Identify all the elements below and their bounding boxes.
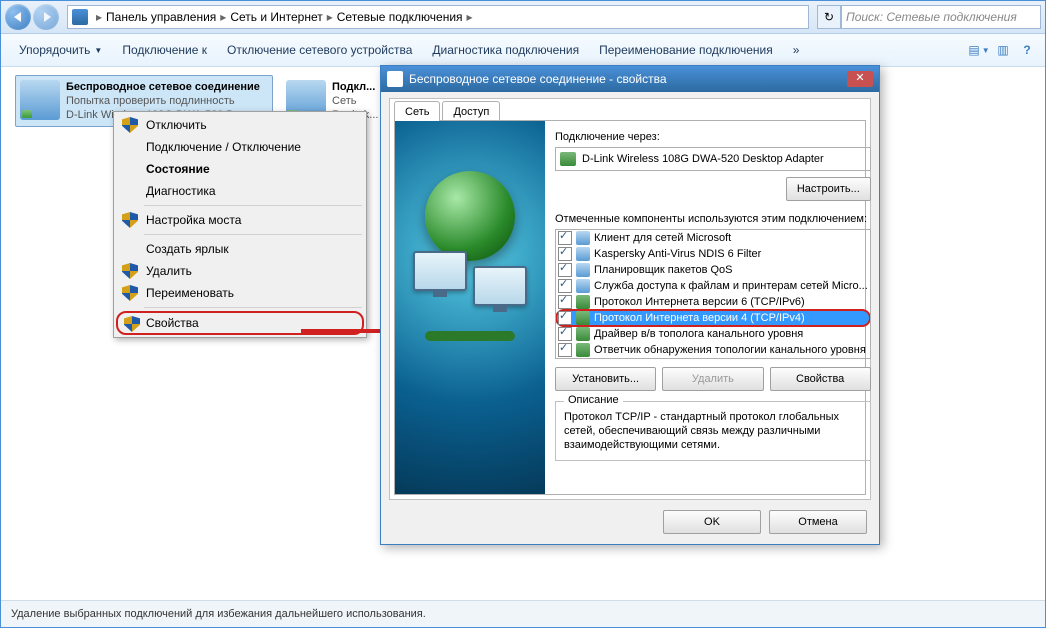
adapter-icon xyxy=(560,152,576,166)
checkbox[interactable] xyxy=(558,327,572,341)
checkbox[interactable] xyxy=(558,231,572,245)
list-item: Ответчик обнаружения топологии канальног… xyxy=(556,342,870,358)
menu-connect-disconnect[interactable]: Подключение / Отключение xyxy=(116,136,364,158)
breadcrumb-part[interactable]: Сеть и Интернет xyxy=(230,10,322,24)
context-menu: Отключить Подключение / Отключение Состо… xyxy=(113,111,367,338)
components-label: Отмеченные компоненты используются этим … xyxy=(555,213,871,225)
dialog-title: Беспроводное сетевое соединение - свойст… xyxy=(409,72,667,86)
menu-bridge[interactable]: Настройка моста xyxy=(116,209,364,231)
checkbox[interactable] xyxy=(558,247,572,261)
wifi-adapter-icon xyxy=(20,80,60,120)
close-button[interactable]: ✕ xyxy=(847,71,873,87)
nav-back-button[interactable] xyxy=(5,4,31,30)
shield-icon xyxy=(122,117,138,133)
dialog-body: Сеть Доступ Подключение через: D-Link Wi… xyxy=(389,98,871,500)
menu-rename[interactable]: Переименовать xyxy=(116,282,364,304)
menu-separator xyxy=(144,234,362,235)
monitor-icon xyxy=(413,251,467,291)
rename-button[interactable]: Переименование подключения xyxy=(589,34,783,66)
uninstall-button[interactable]: Удалить xyxy=(662,367,763,391)
connection-name: Беспроводное сетевое соединение xyxy=(66,80,260,94)
menu-status[interactable]: Состояние xyxy=(116,158,364,180)
menu-separator xyxy=(144,307,362,308)
help-button[interactable]: ? xyxy=(1017,40,1037,60)
checkbox[interactable] xyxy=(558,295,572,309)
nav-forward-button[interactable] xyxy=(33,4,59,30)
menu-diagnose[interactable]: Диагностика xyxy=(116,180,364,202)
search-input[interactable]: Поиск: Сетевые подключения xyxy=(841,5,1041,29)
tab-access[interactable]: Доступ xyxy=(442,101,500,121)
breadcrumb-part[interactable]: Панель управления xyxy=(106,10,216,24)
protocol-icon xyxy=(576,327,590,341)
checkbox[interactable] xyxy=(558,279,572,293)
preview-pane-button[interactable]: ▥ xyxy=(993,40,1013,60)
monitor-icon xyxy=(473,266,527,306)
shield-icon xyxy=(122,212,138,228)
decorative-sidebar-image xyxy=(395,121,545,494)
description-title: Описание xyxy=(564,394,623,406)
component-icon xyxy=(576,231,590,245)
checkbox[interactable] xyxy=(558,343,572,357)
install-button[interactable]: Установить... xyxy=(555,367,656,391)
dialog-icon xyxy=(387,71,403,87)
list-item: Планировщик пакетов QoS xyxy=(556,262,870,278)
organize-menu[interactable]: Упорядочить▼ xyxy=(9,34,112,66)
more-button[interactable]: » xyxy=(783,34,810,66)
connect-to-button[interactable]: Подключение к xyxy=(112,34,217,66)
protocol-icon xyxy=(576,295,590,309)
protocol-icon xyxy=(576,343,590,357)
tab-panel-network: Подключение через: D-Link Wireless 108G … xyxy=(394,120,866,495)
diagnose-button[interactable]: Диагностика подключения xyxy=(422,34,589,66)
explorer-window: ▸ Панель управления ▸ Сеть и Интернет ▸ … xyxy=(0,0,1046,628)
folder-icon xyxy=(72,9,88,25)
tab-network[interactable]: Сеть xyxy=(394,101,440,121)
cancel-button[interactable]: Отмена xyxy=(769,510,867,534)
connection-status: Сеть xyxy=(332,94,378,108)
shield-icon xyxy=(122,285,138,301)
list-item-selected: Протокол Интернета версии 4 (TCP/IPv4) xyxy=(556,310,870,326)
nav-bar: ▸ Панель управления ▸ Сеть и Интернет ▸ … xyxy=(1,1,1045,34)
shield-icon xyxy=(122,263,138,279)
breadcrumb-part[interactable]: Сетевые подключения xyxy=(337,10,463,24)
status-bar: Удаление выбранных подключений для избеж… xyxy=(1,600,1045,627)
properties-dialog: Беспроводное сетевое соединение - свойст… xyxy=(380,65,880,545)
menu-delete[interactable]: Удалить xyxy=(116,260,364,282)
menu-disable[interactable]: Отключить xyxy=(116,114,364,136)
protocol-icon xyxy=(576,311,590,325)
component-icon xyxy=(576,279,590,293)
address-bar[interactable]: ▸ Панель управления ▸ Сеть и Интернет ▸ … xyxy=(67,5,809,29)
component-icon xyxy=(576,263,590,277)
adapter-field: D-Link Wireless 108G DWA-520 Desktop Ada… xyxy=(555,147,871,171)
ok-button[interactable]: OK xyxy=(663,510,761,534)
list-item: Служба доступа к файлам и принтерам сете… xyxy=(556,278,870,294)
list-item: Драйвер в/в тополога канального уровня xyxy=(556,326,870,342)
description-text: Протокол TCP/IP - стандартный протокол г… xyxy=(564,410,862,452)
refresh-button[interactable]: ↻ xyxy=(817,5,841,29)
dialog-titlebar[interactable]: Беспроводное сетевое соединение - свойст… xyxy=(381,66,879,92)
shield-icon xyxy=(124,316,140,332)
properties-button[interactable]: Свойства xyxy=(770,367,871,391)
description-group: Описание Протокол TCP/IP - стандартный п… xyxy=(555,401,871,461)
components-listbox[interactable]: Клиент для сетей Microsoft Kaspersky Ant… xyxy=(555,229,871,359)
list-item: Kaspersky Anti-Virus NDIS 6 Filter xyxy=(556,246,870,262)
view-options-button[interactable]: ▤▼ xyxy=(969,40,989,60)
adapter-name: D-Link Wireless 108G DWA-520 Desktop Ada… xyxy=(582,153,824,165)
status-text: Удаление выбранных подключений для избеж… xyxy=(11,608,426,620)
connection-name: Подкл... xyxy=(332,80,378,94)
menu-create-shortcut[interactable]: Создать ярлык xyxy=(116,238,364,260)
disable-device-button[interactable]: Отключение сетевого устройства xyxy=(217,34,422,66)
globe-icon xyxy=(425,171,515,261)
component-icon xyxy=(576,247,590,261)
connect-via-label: Подключение через: xyxy=(555,131,871,143)
checkbox[interactable] xyxy=(558,263,572,277)
list-item: Клиент для сетей Microsoft xyxy=(556,230,870,246)
cable-icon xyxy=(425,331,515,341)
toolbar: Упорядочить▼ Подключение к Отключение се… xyxy=(1,34,1045,67)
configure-button[interactable]: Настроить... xyxy=(786,177,871,201)
checkbox[interactable] xyxy=(558,311,572,325)
list-item: Протокол Интернета версии 6 (TCP/IPv6) xyxy=(556,294,870,310)
connection-status: Попытка проверить подлинность xyxy=(66,94,260,108)
menu-separator xyxy=(144,205,362,206)
